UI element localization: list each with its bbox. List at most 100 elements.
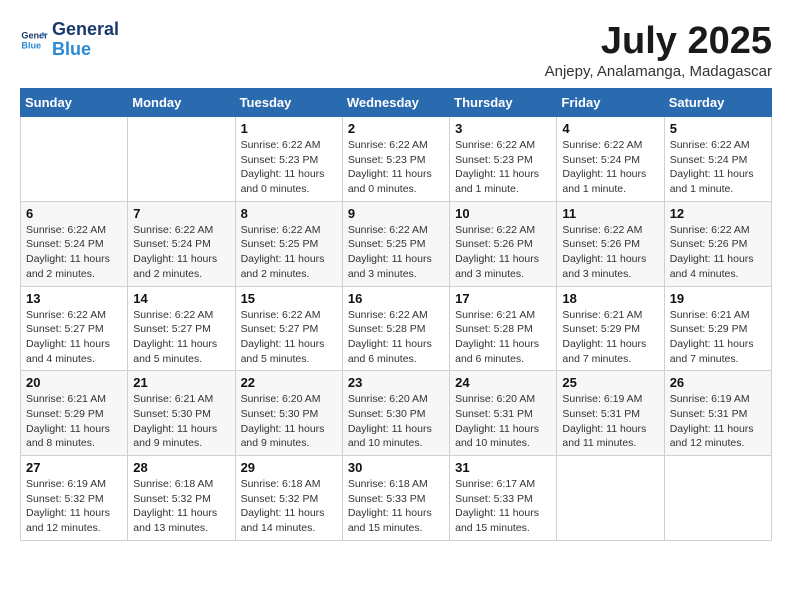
day-number: 3 (455, 121, 551, 136)
calendar-cell: 13Sunrise: 6:22 AM Sunset: 5:27 PM Dayli… (21, 286, 128, 371)
calendar-cell: 9Sunrise: 6:22 AM Sunset: 5:25 PM Daylig… (342, 201, 449, 286)
calendar-week-3: 13 Sunrise: 6:22 AM Sunset: 5:27 PM Dayli… (21, 286, 772, 371)
day-info: Sunrise: 6:17 AM Sunset: 5:33 PM Dayligh… (455, 477, 551, 536)
svg-text:Blue: Blue (21, 40, 41, 50)
day-info: Sunrise: 6:22 AM Sunset: 5:24 PM Dayligh… (670, 138, 766, 197)
logo: General Blue General Blue (20, 20, 119, 60)
location-subtitle: Anjepy, Analamanga, Madagascar (545, 63, 772, 80)
calendar-cell: 20Sunrise: 6:21 AM Sunset: 5:29 PM Dayli… (21, 371, 128, 456)
calendar-cell: 17Sunrise: 6:21 AM Sunset: 5:28 PM Dayli… (450, 286, 557, 371)
day-number: 1 (241, 121, 337, 136)
day-header-friday: Friday (557, 89, 664, 117)
day-number: 28 (133, 460, 229, 475)
calendar-week-4: 20Sunrise: 6:21 AM Sunset: 5:29 PM Dayli… (21, 371, 772, 456)
calendar-cell: 29 Sunrise: 6:18 AM Sunset: 5:32 PM Dayli… (235, 456, 342, 541)
calendar-cell: 15 Sunrise: 6:22 AM Sunset: 5:27 PM Dayli… (235, 286, 342, 371)
day-number: 26 (670, 375, 766, 390)
calendar-cell: 5 Sunrise: 6:22 AM Sunset: 5:24 PM Daylig… (664, 117, 771, 202)
day-header-monday: Monday (128, 89, 235, 117)
day-info: Sunrise: 6:21 AM Sunset: 5:29 PM Dayligh… (562, 308, 658, 367)
day-number: 18 (562, 291, 658, 306)
calendar-cell: 24 Sunrise: 6:20 AM Sunset: 5:31 PM Dayli… (450, 371, 557, 456)
day-number: 24 (455, 375, 551, 390)
calendar-cell: 21 Sunrise: 6:21 AM Sunset: 5:30 PM Dayli… (128, 371, 235, 456)
calendar-cell: 26 Sunrise: 6:19 AM Sunset: 5:31 PM Dayli… (664, 371, 771, 456)
day-info: Sunrise: 6:22 AM Sunset: 5:25 PM Dayligh… (241, 223, 337, 282)
day-number: 31 (455, 460, 551, 475)
day-info: Sunrise: 6:19 AM Sunset: 5:32 PM Dayligh… (26, 477, 122, 536)
day-number: 17 (455, 291, 551, 306)
calendar-cell: 11Sunrise: 6:22 AM Sunset: 5:26 PM Dayli… (557, 201, 664, 286)
day-number: 5 (670, 121, 766, 136)
month-title: July 2025 (545, 20, 772, 63)
calendar-cell: 8Sunrise: 6:22 AM Sunset: 5:25 PM Daylig… (235, 201, 342, 286)
calendar-week-1: 1 Sunrise: 6:22 AM Sunset: 5:23 PM Daylig… (21, 117, 772, 202)
day-number: 25 (562, 375, 658, 390)
logo-text: General Blue (52, 20, 119, 60)
calendar-cell: 27 Sunrise: 6:19 AM Sunset: 5:32 PM Dayli… (21, 456, 128, 541)
calendar-cell: 12 Sunrise: 6:22 AM Sunset: 5:26 PM Dayli… (664, 201, 771, 286)
logo-icon: General Blue (20, 26, 48, 54)
calendar-cell: 10 Sunrise: 6:22 AM Sunset: 5:26 PM Dayli… (450, 201, 557, 286)
day-info: Sunrise: 6:21 AM Sunset: 5:29 PM Dayligh… (670, 308, 766, 367)
day-number: 19 (670, 291, 766, 306)
day-number: 21 (133, 375, 229, 390)
day-info: Sunrise: 6:22 AM Sunset: 5:24 PM Dayligh… (26, 223, 122, 282)
day-number: 4 (562, 121, 658, 136)
day-header-sunday: Sunday (21, 89, 128, 117)
day-number: 9 (348, 206, 444, 221)
day-number: 13 (26, 291, 122, 306)
calendar-cell: 22Sunrise: 6:20 AM Sunset: 5:30 PM Dayli… (235, 371, 342, 456)
day-info: Sunrise: 6:22 AM Sunset: 5:27 PM Dayligh… (241, 308, 337, 367)
day-number: 30 (348, 460, 444, 475)
day-number: 15 (241, 291, 337, 306)
calendar-cell: 6Sunrise: 6:22 AM Sunset: 5:24 PM Daylig… (21, 201, 128, 286)
calendar-cell: 4 Sunrise: 6:22 AM Sunset: 5:24 PM Daylig… (557, 117, 664, 202)
day-number: 10 (455, 206, 551, 221)
calendar-cell: 30 Sunrise: 6:18 AM Sunset: 5:33 PM Dayli… (342, 456, 449, 541)
day-info: Sunrise: 6:22 AM Sunset: 5:24 PM Dayligh… (133, 223, 229, 282)
day-info: Sunrise: 6:21 AM Sunset: 5:30 PM Dayligh… (133, 392, 229, 451)
day-info: Sunrise: 6:18 AM Sunset: 5:32 PM Dayligh… (241, 477, 337, 536)
day-info: Sunrise: 6:22 AM Sunset: 5:26 PM Dayligh… (455, 223, 551, 282)
day-number: 20 (26, 375, 122, 390)
day-number: 12 (670, 206, 766, 221)
calendar-header-row: SundayMondayTuesdayWednesdayThursdayFrid… (21, 89, 772, 117)
day-header-tuesday: Tuesday (235, 89, 342, 117)
day-info: Sunrise: 6:22 AM Sunset: 5:26 PM Dayligh… (670, 223, 766, 282)
day-number: 23 (348, 375, 444, 390)
calendar-cell: 25 Sunrise: 6:19 AM Sunset: 5:31 PM Dayli… (557, 371, 664, 456)
day-info: Sunrise: 6:19 AM Sunset: 5:31 PM Dayligh… (670, 392, 766, 451)
day-number: 27 (26, 460, 122, 475)
day-header-wednesday: Wednesday (342, 89, 449, 117)
title-block: July 2025 Anjepy, Analamanga, Madagascar (545, 20, 772, 80)
day-info: Sunrise: 6:22 AM Sunset: 5:27 PM Dayligh… (133, 308, 229, 367)
logo-line2: Blue (52, 40, 119, 60)
calendar-cell: 28Sunrise: 6:18 AM Sunset: 5:32 PM Dayli… (128, 456, 235, 541)
day-header-thursday: Thursday (450, 89, 557, 117)
calendar-week-2: 6Sunrise: 6:22 AM Sunset: 5:24 PM Daylig… (21, 201, 772, 286)
calendar-cell (21, 117, 128, 202)
day-info: Sunrise: 6:22 AM Sunset: 5:26 PM Dayligh… (562, 223, 658, 282)
calendar-cell: 31 Sunrise: 6:17 AM Sunset: 5:33 PM Dayli… (450, 456, 557, 541)
day-info: Sunrise: 6:18 AM Sunset: 5:33 PM Dayligh… (348, 477, 444, 536)
calendar-cell: 14 Sunrise: 6:22 AM Sunset: 5:27 PM Dayli… (128, 286, 235, 371)
day-info: Sunrise: 6:20 AM Sunset: 5:30 PM Dayligh… (348, 392, 444, 451)
calendar-cell: 1 Sunrise: 6:22 AM Sunset: 5:23 PM Daylig… (235, 117, 342, 202)
day-number: 29 (241, 460, 337, 475)
day-info: Sunrise: 6:22 AM Sunset: 5:23 PM Dayligh… (348, 138, 444, 197)
day-info: Sunrise: 6:22 AM Sunset: 5:24 PM Dayligh… (562, 138, 658, 197)
calendar-cell: 2Sunrise: 6:22 AM Sunset: 5:23 PM Daylig… (342, 117, 449, 202)
calendar-cell: 19 Sunrise: 6:21 AM Sunset: 5:29 PM Dayli… (664, 286, 771, 371)
day-number: 14 (133, 291, 229, 306)
day-info: Sunrise: 6:22 AM Sunset: 5:23 PM Dayligh… (455, 138, 551, 197)
day-info: Sunrise: 6:19 AM Sunset: 5:31 PM Dayligh… (562, 392, 658, 451)
day-info: Sunrise: 6:22 AM Sunset: 5:23 PM Dayligh… (241, 138, 337, 197)
day-info: Sunrise: 6:20 AM Sunset: 5:31 PM Dayligh… (455, 392, 551, 451)
calendar-cell: 3 Sunrise: 6:22 AM Sunset: 5:23 PM Daylig… (450, 117, 557, 202)
calendar-cell: 7Sunrise: 6:22 AM Sunset: 5:24 PM Daylig… (128, 201, 235, 286)
day-header-saturday: Saturday (664, 89, 771, 117)
calendar-cell (664, 456, 771, 541)
calendar-week-5: 27 Sunrise: 6:19 AM Sunset: 5:32 PM Dayli… (21, 456, 772, 541)
calendar-cell (128, 117, 235, 202)
